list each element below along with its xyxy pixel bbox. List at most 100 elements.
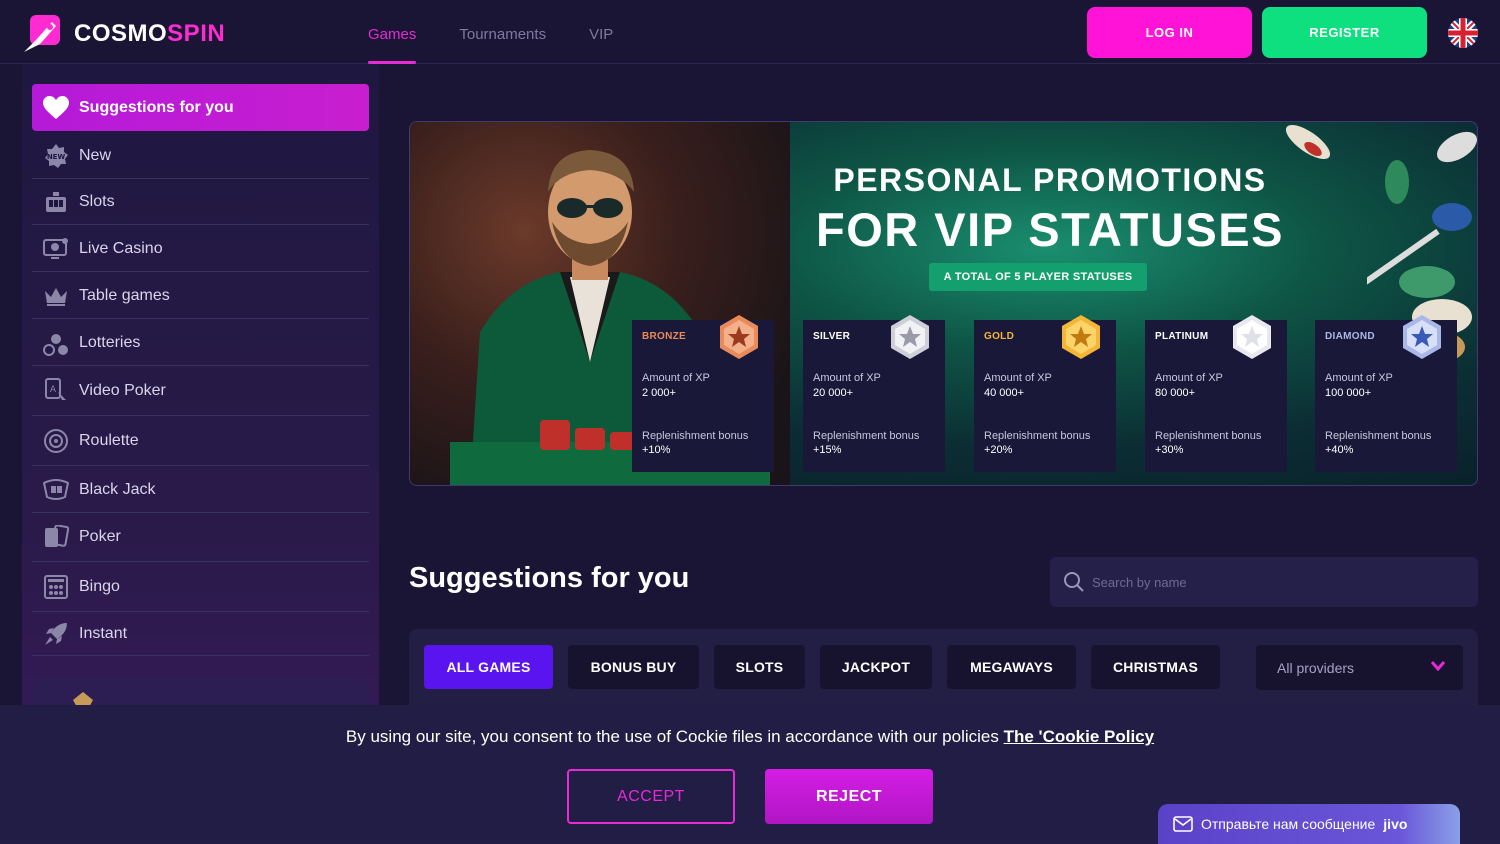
silver-star-medal-icon [891,315,929,359]
sidebar-item-slots[interactable]: Slots [32,179,369,225]
sidebar-item-roulette[interactable]: Roulette [32,417,369,466]
register-button[interactable]: REGISTER [1262,7,1427,58]
envelope-icon [1173,816,1193,832]
cookie-text: By using our site, you consent to the us… [0,727,1500,747]
card-cursor-icon: A [43,378,69,404]
sidebar-item-poker[interactable]: Poker [32,513,369,562]
xp-value: 40 000+ [984,387,1025,399]
gold-star-medal-icon [1062,315,1100,359]
logo-text-part1: COSMO [74,20,168,47]
nav-tournaments[interactable]: Tournaments [459,0,546,64]
status-card-gold: GOLD Amount of XP 40 000+ Replenishment … [974,315,1116,472]
sidebar-item-label: Lotteries [79,333,141,351]
sidebar-item-live-casino[interactable]: Live Casino [32,226,369,272]
new-badge-icon: NEW [43,143,69,169]
xp-label: Amount of XP [1325,372,1393,384]
sidebar-item-suggestions[interactable]: Suggestions for you [32,84,369,131]
sidebar-item-label: Live Casino [79,239,163,257]
status-card-platinum: PLATINUM Amount of XP 80 000+ Replenishm… [1145,315,1287,472]
filter-christmas[interactable]: CHRISTMAS [1091,645,1220,689]
search-input[interactable] [1092,574,1452,590]
bonus-value: +20% [984,444,1013,456]
sidebar-item-label: Table games [79,286,170,304]
section-title: Suggestions for you [409,562,690,594]
sidebar-item-label: Roulette [79,432,139,449]
sidebar-item-instant[interactable]: Instant [32,612,369,656]
blackjack-icon [43,477,69,503]
chevron-down-icon [1431,661,1445,671]
sidebar-item-label: Black Jack [79,480,156,498]
search-icon [1064,572,1084,592]
game-filter-bar: ALL GAMES BONUS BUY SLOTS JACKPOT MEGAWA… [409,629,1478,705]
login-button[interactable]: LOG IN [1087,7,1252,58]
roulette-icon [43,428,69,454]
bonus-label: Replenishment bonus [642,430,749,442]
chat-widget[interactable]: Отправьте нам сообщение jivo [1158,804,1460,844]
sidebar-item-label: Video Poker [79,382,166,399]
diamond-star-medal-icon [1403,315,1441,359]
bonus-label: Replenishment bonus [1155,430,1262,442]
bonus-label: Replenishment bonus [984,430,1091,442]
status-card-diamond: DIAMOND Amount of XP 100 000+ Replenishm… [1315,315,1457,472]
sidebar-item-black-jack[interactable]: Black Jack [32,467,369,513]
filter-jackpot[interactable]: JACKPOT [820,645,932,689]
cookie-policy-link[interactable]: The 'Cookie Policy [1004,727,1154,746]
live-monitor-icon [43,236,69,262]
xp-value: 100 000+ [1325,387,1372,399]
bonus-value: +15% [813,444,842,456]
bonus-label: Replenishment bonus [813,430,920,442]
xp-value: 2 000+ [642,387,676,399]
slot-machine-icon [43,189,69,215]
logo-text-part2: SPIN [167,20,226,47]
rocket-logo-icon [24,15,60,52]
filter-all-games[interactable]: ALL GAMES [424,645,553,689]
filter-megaways[interactable]: MEGAWAYS [947,645,1076,689]
sidebar-item-label: Suggestions for you [79,98,234,116]
sidebar-item-new[interactable]: NEW New [32,133,369,179]
cookie-message: By using our site, you consent to the us… [345,727,999,746]
lottery-balls-icon [43,330,69,356]
sidebar-item-lotteries[interactable]: Lotteries [32,320,369,366]
banner-title-line1: PERSONAL PROMOTIONS [833,162,1267,198]
xp-label: Amount of XP [813,372,881,384]
filter-slots[interactable]: SLOTS [714,645,805,689]
providers-selected-value: All providers [1277,659,1355,676]
svg-text:A: A [50,385,57,395]
sidebar-item-video-poker[interactable]: A Video Poker [32,367,369,416]
svg-text:NEW: NEW [47,153,66,161]
banner-status-count-badge: A TOTAL OF 5 PLAYER STATUSES [929,263,1147,291]
nav-vip[interactable]: VIP [589,0,613,64]
xp-label: Amount of XP [1155,372,1223,384]
status-card-silver: SILVER Amount of XP 20 000+ Replenishmen… [803,315,945,472]
logo[interactable]: COSMOSPIN [22,14,225,54]
xp-value: 80 000+ [1155,387,1196,399]
bonus-value: +30% [1155,444,1184,456]
xp-label: Amount of XP [642,372,710,384]
filter-bonus-buy[interactable]: BONUS BUY [568,645,699,689]
status-card-bronze: BRONZE Amount of XP 2 000+ Replenishment… [632,315,774,472]
search-box[interactable] [1050,557,1478,607]
xp-label: Amount of XP [984,372,1052,384]
heart-icon [43,95,69,121]
bonus-value: +10% [642,444,671,456]
bingo-icon [43,574,69,600]
providers-dropdown[interactable]: All providers [1256,645,1463,690]
banner-title-line2: FOR VIP STATUSES [816,203,1284,256]
rocket-icon [43,621,69,647]
crown-icon [43,283,69,309]
sidebar-item-bingo[interactable]: Bingo [32,563,369,612]
sidebar-item-label: Bingo [79,578,120,595]
reject-button[interactable]: REJECT [765,769,933,824]
nav-games[interactable]: Games [368,0,417,64]
logo-text: COSMOSPIN [74,20,225,48]
platinum-star-medal-icon [1233,315,1271,359]
sidebar-item-table-games[interactable]: Table games [32,273,369,319]
bronze-star-medal-icon [720,315,758,359]
vip-promo-banner[interactable]: PERSONAL PROMOTIONS FOR VIP STATUSES A T… [409,121,1478,486]
sidebar-item-label: Poker [79,528,121,545]
uk-flag-icon[interactable] [1448,18,1478,48]
accept-button[interactable]: ACCEPT [567,769,735,824]
bonus-value: +40% [1325,444,1354,456]
sidebar-item-label: New [79,146,112,164]
chat-widget-text: Отправьте нам сообщение [1201,816,1376,832]
